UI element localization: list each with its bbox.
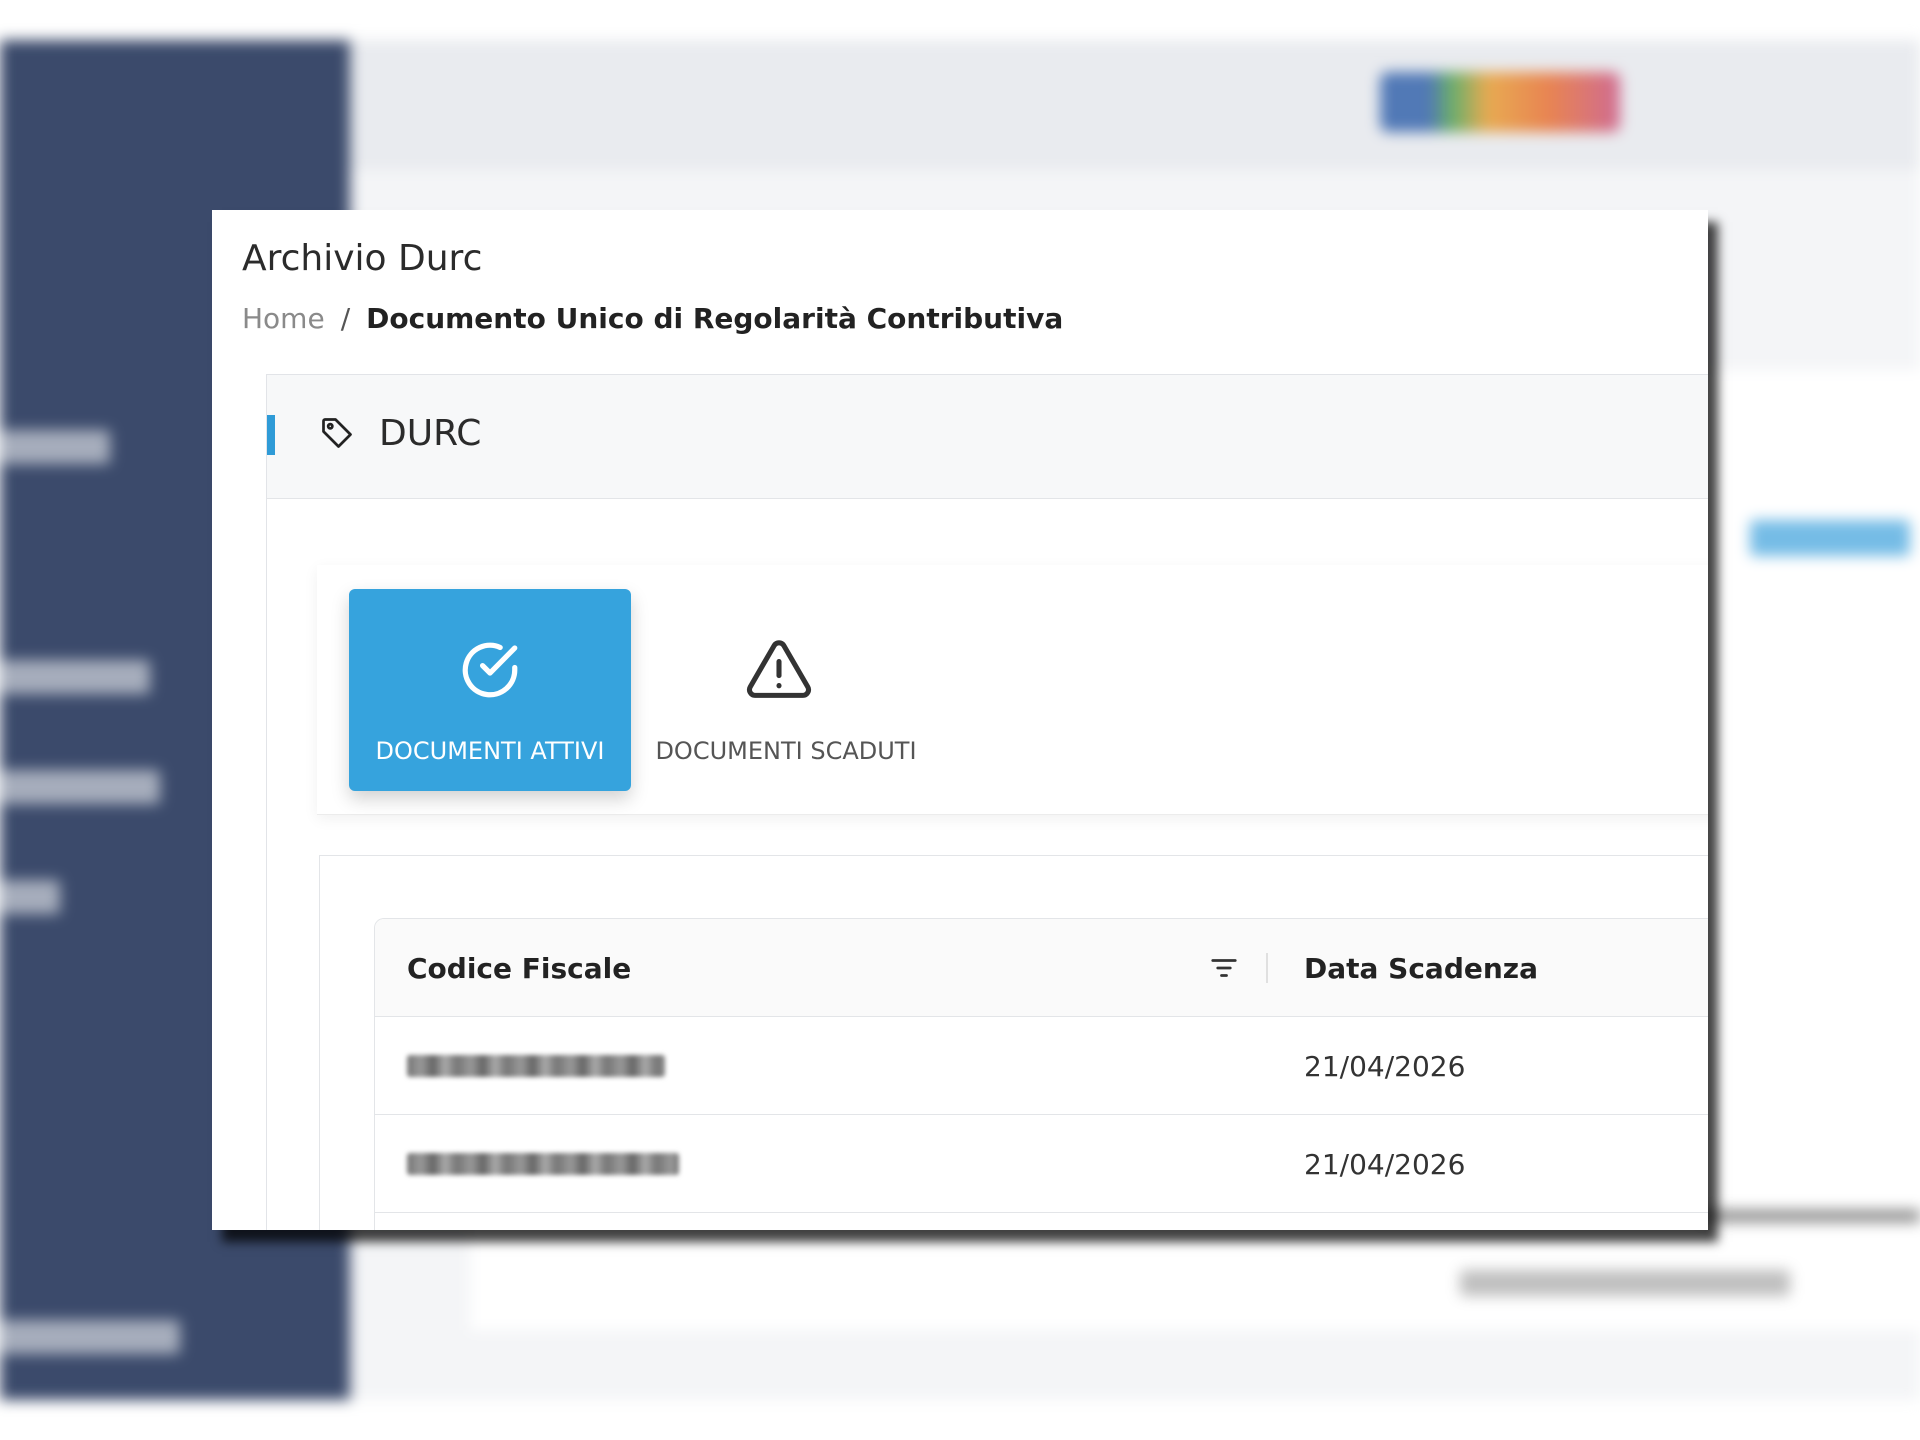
sidebar-item xyxy=(0,430,110,464)
tab-documenti-scaduti[interactable]: DOCUMENTI SCADUTI xyxy=(651,589,921,791)
column-divider xyxy=(1266,953,1268,983)
sidebar-item xyxy=(0,1320,180,1354)
tab-label: DOCUMENTI ATTIVI xyxy=(375,737,605,765)
page-title: Archivio Durc xyxy=(242,238,483,279)
tab-label: DOCUMENTI SCADUTI xyxy=(655,737,917,765)
table-row[interactable]: 21/04/2026 xyxy=(375,1115,1708,1213)
tag-icon xyxy=(322,418,352,448)
breadcrumb-separator: / xyxy=(340,302,351,335)
filter-icon[interactable] xyxy=(1209,955,1239,981)
background-scrollbar xyxy=(1700,1210,1920,1222)
table-container: Codice Fiscale Data Scadenza 21/04/2026 … xyxy=(319,855,1708,1230)
screenshot-stage: Archivio Durc Home / Documento Unico di … xyxy=(0,0,1920,1440)
table-row[interactable]: 21/04/2026 xyxy=(375,1017,1708,1115)
table-header-row: Codice Fiscale Data Scadenza xyxy=(375,919,1708,1017)
background-link xyxy=(1750,520,1910,556)
redacted-codice-fiscale xyxy=(407,1153,679,1175)
top-bar xyxy=(350,40,1920,170)
durc-table: Codice Fiscale Data Scadenza 21/04/2026 … xyxy=(374,918,1708,1230)
focused-panel: Archivio Durc Home / Documento Unico di … xyxy=(212,210,1708,1230)
breadcrumb-home-link[interactable]: Home xyxy=(242,302,325,335)
codice-fiscale-cell xyxy=(407,1115,679,1213)
column-header-codice-fiscale: Codice Fiscale xyxy=(407,951,632,985)
tab-documenti-attivi[interactable]: DOCUMENTI ATTIVI xyxy=(349,589,631,791)
sidebar-item xyxy=(0,660,150,694)
sidebar-item xyxy=(0,770,160,804)
tabs-bar: DOCUMENTI ATTIVI DOCUMENTI SCADUTI xyxy=(317,565,1708,815)
data-scadenza-cell: 21/04/2026 xyxy=(1304,1049,1466,1083)
breadcrumb: Home / Documento Unico di Regolarità Con… xyxy=(242,302,1063,335)
logo xyxy=(1380,72,1620,132)
breadcrumb-current: Documento Unico di Regolarità Contributi… xyxy=(366,302,1064,335)
data-scadenza-cell: 21/04/2026 xyxy=(1304,1147,1466,1181)
redacted-codice-fiscale xyxy=(407,1055,665,1077)
card-header: DURC xyxy=(267,375,1708,499)
card-accent-bar xyxy=(267,415,275,455)
check-circle-icon xyxy=(462,642,518,698)
warning-triangle-icon xyxy=(747,640,811,698)
sidebar-item xyxy=(0,880,60,914)
table-row[interactable] xyxy=(375,1213,1708,1230)
card-title: DURC xyxy=(379,413,482,454)
column-header-data-scadenza: Data Scadenza xyxy=(1304,951,1538,985)
durc-card: DURC DOCUMENTI ATTIVI DOCUMENTI SCADUTI … xyxy=(266,374,1708,1230)
codice-fiscale-cell xyxy=(407,1017,665,1115)
background-pagination xyxy=(1460,1270,1790,1296)
